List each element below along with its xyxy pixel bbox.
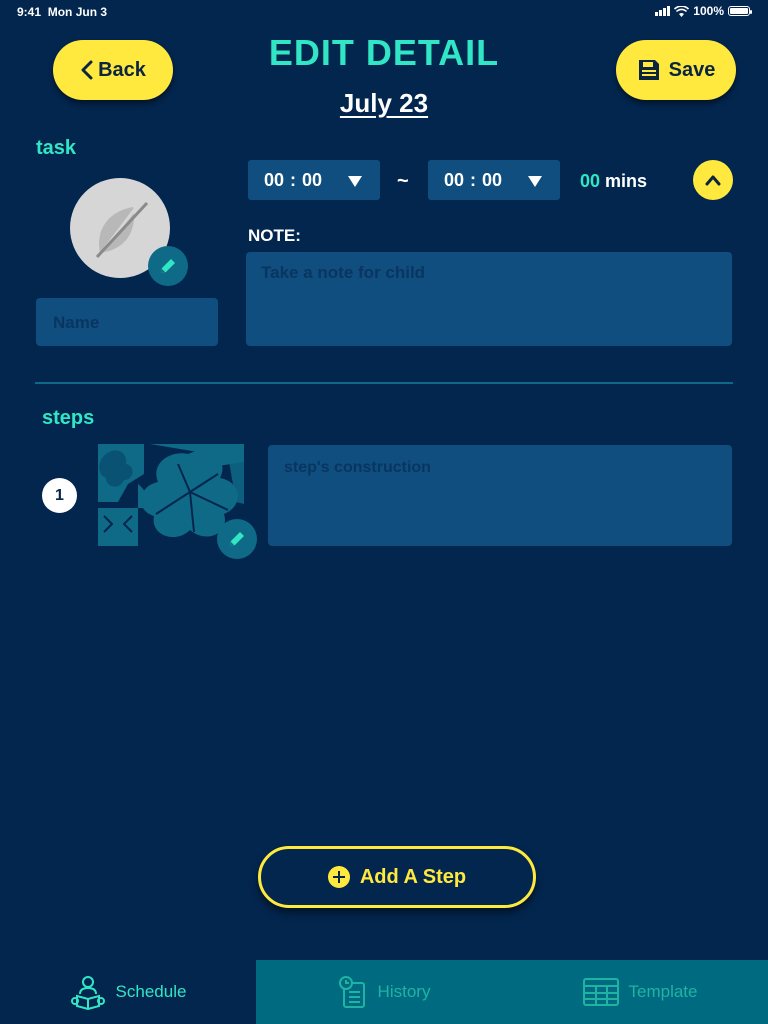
duration-display: 00 mins — [580, 171, 647, 192]
end-time-select[interactable]: 00 : 00 — [428, 160, 560, 200]
start-minutes: 00 — [302, 169, 323, 190]
tab-schedule-label: Schedule — [115, 982, 187, 1001]
pencil-icon — [230, 532, 244, 546]
caret-down-icon — [348, 176, 362, 187]
plus-circle-icon — [327, 866, 350, 888]
chevron-up-icon — [705, 175, 721, 186]
collapse-button[interactable] — [693, 160, 733, 200]
date-heading: July 23 — [339, 88, 429, 118]
battery-percent: 100% — [693, 4, 724, 18]
note-textarea[interactable]: Take a note for child — [246, 252, 732, 346]
table-template-icon — [582, 978, 619, 1006]
duration-value: 00 — [580, 171, 601, 191]
steps-section-label: steps — [42, 407, 95, 429]
status-time: 9:41 Mon Jun 3 — [17, 5, 107, 19]
pencil-icon — [161, 259, 175, 273]
note-label: NOTE: — [248, 226, 301, 245]
clock-document-icon — [338, 976, 365, 1008]
tab-template[interactable]: Template — [512, 960, 768, 1024]
end-colon: : — [470, 169, 477, 190]
time-range-separator: ~ — [397, 170, 409, 192]
step-instruction-placeholder: step's construction — [284, 459, 431, 476]
tab-template-label: Template — [628, 982, 698, 1001]
start-time-select[interactable]: 00 : 00 — [248, 160, 380, 200]
wifi-icon — [674, 5, 690, 17]
duration-unit: mins — [605, 171, 648, 191]
section-divider — [35, 382, 733, 384]
step-instruction-textarea[interactable]: step's construction — [268, 445, 732, 546]
add-step-label: Add A Step — [359, 865, 467, 888]
end-minutes: 00 — [482, 169, 503, 190]
step-number: 1 — [42, 478, 77, 513]
tab-history[interactable]: History — [256, 960, 512, 1024]
edit-step-image-button[interactable] — [217, 519, 257, 559]
edit-task-image-button[interactable] — [148, 246, 188, 286]
task-name-placeholder: Name — [53, 313, 100, 332]
status-indicators: 100% — [655, 4, 752, 18]
caret-down-icon — [528, 176, 542, 187]
reader-icon — [70, 976, 105, 1010]
floppy-disk-icon — [638, 60, 659, 80]
leaf-placeholder-icon — [95, 201, 149, 259]
add-step-button[interactable]: Add A Step — [258, 846, 536, 908]
task-name-input[interactable]: Name — [36, 298, 218, 346]
battery-icon — [728, 6, 752, 16]
status-date: Mon Jun 3 — [47, 5, 108, 19]
tab-bar: Schedule History Template — [0, 960, 768, 1024]
status-clock: 9:41 — [17, 5, 42, 19]
note-placeholder: Take a note for child — [261, 263, 426, 282]
tab-schedule[interactable]: Schedule — [0, 960, 256, 1024]
start-colon: : — [290, 169, 297, 190]
tab-history-label: History — [377, 982, 431, 1001]
end-hours: 00 — [444, 169, 465, 190]
save-label: Save — [668, 58, 716, 81]
signal-icon — [655, 6, 671, 16]
start-hours: 00 — [264, 169, 285, 190]
task-section-label: task — [36, 137, 77, 159]
